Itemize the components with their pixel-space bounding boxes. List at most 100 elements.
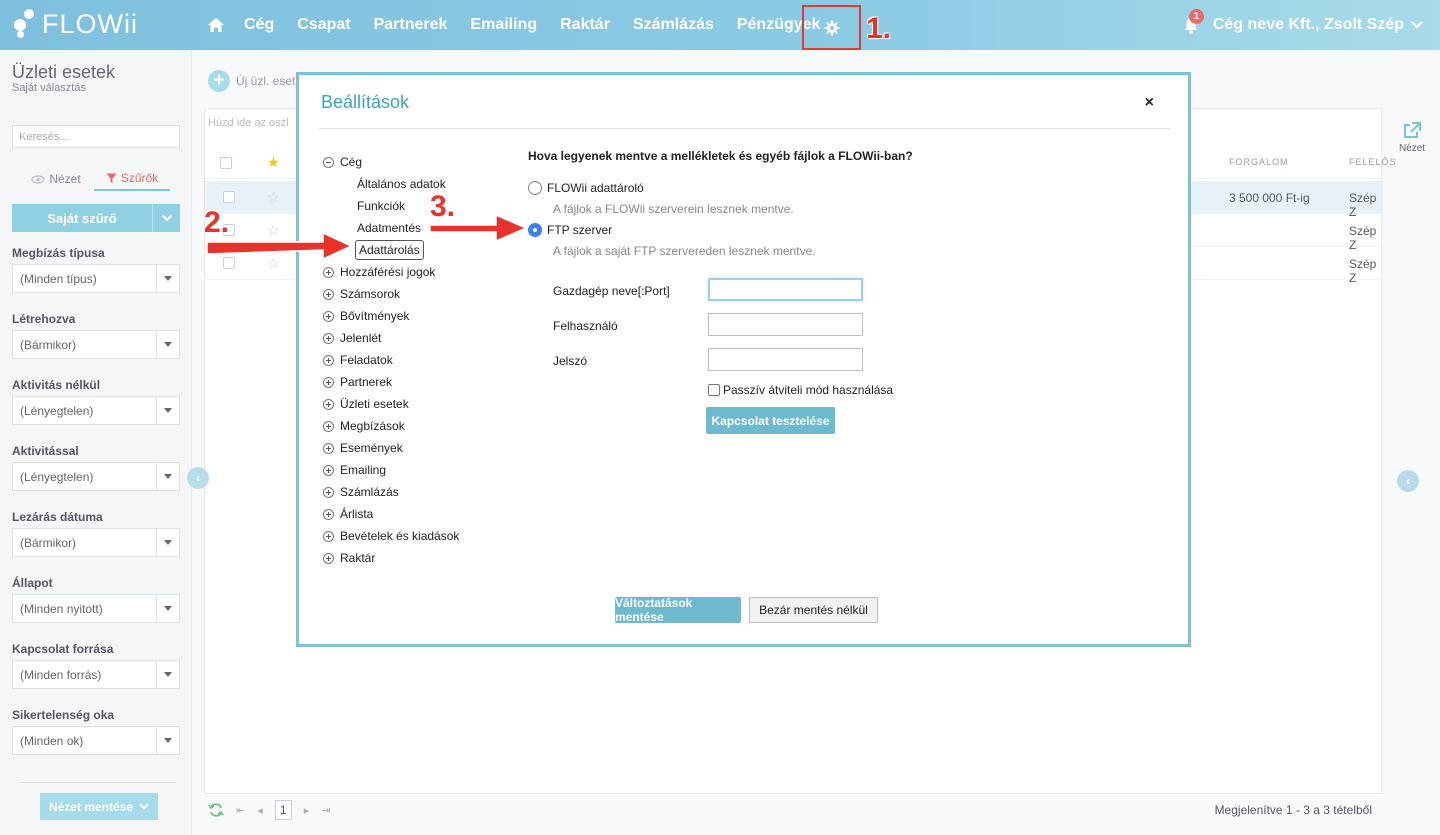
collapse-right-button[interactable]: ‹: [1397, 470, 1419, 492]
refresh-icon[interactable]: [208, 803, 224, 817]
test-connection-button[interactable]: Kapcsolat tesztelése: [706, 407, 835, 434]
filter-select[interactable]: (Minden forrás): [12, 660, 180, 689]
tree-node[interactable]: Raktár: [323, 551, 375, 565]
select-all-checkbox[interactable]: [220, 157, 232, 169]
tree-node[interactable]: Bővítmények: [323, 309, 409, 323]
save-changes-button[interactable]: Változtatások mentése: [615, 596, 741, 624]
tree-node[interactable]: Árlista: [323, 507, 373, 521]
chevron-down-icon[interactable]: [152, 204, 180, 232]
expand-icon[interactable]: [323, 332, 334, 344]
search-input[interactable]: Keresés...: [12, 125, 180, 148]
close-without-saving-button[interactable]: Bezár mentés nélkül: [749, 597, 878, 623]
nav-item-raktar[interactable]: Raktár: [560, 16, 610, 34]
tree-node[interactable]: Események: [323, 441, 403, 455]
logo-text: FLOWii: [42, 8, 138, 39]
nav-item-szamlazas[interactable]: Számlázás: [633, 16, 714, 34]
column-header-turnover[interactable]: FORGALOM: [1229, 157, 1289, 167]
tree-node[interactable]: Számlázás: [323, 485, 399, 499]
filter-select[interactable]: (Lényegtelen): [12, 462, 180, 491]
last-page-icon[interactable]: ⇥: [321, 804, 330, 817]
tab-view[interactable]: Nézet: [18, 167, 94, 191]
collapse-icon[interactable]: [323, 156, 334, 168]
bell-icon[interactable]: 1: [1183, 9, 1204, 34]
star-icon[interactable]: ☆: [267, 189, 280, 206]
logo[interactable]: FLOWii: [12, 8, 138, 40]
tree-node-label: Raktár: [340, 551, 376, 565]
radio-flowii-label[interactable]: FLOWii adattároló: [547, 181, 644, 195]
next-page-icon[interactable]: ▸: [304, 804, 310, 817]
expand-icon[interactable]: [323, 398, 334, 410]
page-subtitle: Saját választás: [12, 82, 86, 94]
radio-flowii-storage[interactable]: [528, 181, 542, 195]
view-panel-button[interactable]: Nézet: [1397, 122, 1427, 154]
tree-node[interactable]: Bevételek és kiadások: [323, 529, 459, 543]
column-header-owner[interactable]: FELELŐS: [1349, 157, 1397, 167]
top-navbar: FLOWii Cég Csapat Partnerek Emailing Rak…: [0, 0, 1440, 50]
expand-icon[interactable]: [323, 442, 334, 454]
tree-node-ceg[interactable]: Cég: [323, 155, 362, 169]
tree-item-general[interactable]: Általános adatok: [357, 177, 446, 191]
page-number[interactable]: 1: [274, 800, 292, 820]
passive-mode-checkbox[interactable]: [708, 384, 720, 396]
tree-node[interactable]: Partnerek: [323, 375, 392, 389]
radio-ftp-server[interactable]: [528, 223, 542, 237]
chevron-left-icon: ‹: [1406, 474, 1410, 488]
tree-node[interactable]: Számsorok: [323, 287, 400, 301]
filter-select[interactable]: (Bármikor): [12, 330, 180, 359]
tree-item-backup[interactable]: Adatmentés: [357, 221, 421, 235]
host-input[interactable]: [708, 278, 863, 301]
tree-node[interactable]: Üzleti esetek: [323, 397, 409, 411]
tree-node[interactable]: Megbízások: [323, 419, 405, 433]
nav-item-emailing[interactable]: Emailing: [470, 16, 537, 34]
add-deal-button[interactable]: + Új üzl. eset: [208, 70, 295, 92]
password-input[interactable]: [708, 348, 863, 371]
filter-select[interactable]: (Lényegtelen): [12, 396, 180, 425]
expand-icon[interactable]: [323, 288, 334, 300]
user-menu[interactable]: 1 Cég neve Kft., Zsolt Szép: [1183, 0, 1424, 50]
nav-item-partnerek[interactable]: Partnerek: [374, 16, 448, 34]
expand-icon[interactable]: [323, 486, 334, 498]
chevron-down-icon: [139, 803, 149, 810]
tab-view-label: Nézet: [49, 172, 81, 186]
first-page-icon[interactable]: ⇤: [236, 804, 245, 817]
expand-icon[interactable]: [323, 464, 334, 476]
settings-button[interactable]: [802, 5, 861, 50]
expand-icon[interactable]: [323, 354, 334, 366]
expand-icon[interactable]: [323, 310, 334, 322]
prev-page-icon[interactable]: ◂: [257, 804, 263, 817]
filter-select[interactable]: (Bármikor): [12, 528, 180, 557]
tree-node[interactable]: Emailing: [323, 463, 386, 477]
filter-select[interactable]: (Minden típus): [12, 264, 180, 293]
divider: [319, 128, 1170, 129]
expand-icon[interactable]: [323, 376, 334, 388]
star-icon[interactable]: ★: [267, 154, 280, 171]
expand-icon[interactable]: [323, 552, 334, 564]
filter-value: (Lényegtelen): [20, 404, 94, 418]
tree-item-storage[interactable]: Adattárolás: [355, 240, 424, 260]
filter-select[interactable]: (Minden nyitott): [12, 594, 180, 623]
expand-icon[interactable]: [323, 420, 334, 432]
tree-node-label: Bevételek és kiadások: [340, 529, 460, 543]
tree-item-functions[interactable]: Funkciók: [357, 199, 405, 213]
save-view-button[interactable]: Nézet mentése: [40, 793, 158, 820]
filter-select[interactable]: (Minden ok): [12, 726, 180, 755]
close-icon[interactable]: ×: [1145, 94, 1154, 112]
expand-icon[interactable]: [323, 508, 334, 520]
home-icon[interactable]: [205, 14, 227, 36]
storage-question: Hova legyenek mentve a mellékletek és eg…: [528, 149, 913, 163]
nav-item-ceg[interactable]: Cég: [244, 16, 274, 34]
passive-mode-label[interactable]: Passzív átviteli mód használása: [723, 383, 893, 397]
tree-node[interactable]: Feladatok: [323, 353, 393, 367]
username-input[interactable]: [708, 313, 863, 336]
tree-node[interactable]: Jelenlét: [323, 331, 381, 345]
collapse-left-button[interactable]: ‹: [187, 467, 209, 489]
row-checkbox[interactable]: [223, 191, 235, 203]
radio-ftp-label[interactable]: FTP szerver: [547, 223, 612, 237]
owner-cell: Szép Z: [1349, 257, 1377, 285]
own-filter-button[interactable]: Saját szűrő: [12, 204, 180, 232]
tab-filters[interactable]: Szűrők: [94, 167, 170, 191]
nav-item-csapat[interactable]: Csapat: [297, 16, 350, 34]
pager: ⇤ ◂ 1 ▸ ⇥: [208, 800, 331, 820]
expand-icon[interactable]: [323, 530, 334, 542]
tree-node-label: Feladatok: [340, 353, 393, 367]
